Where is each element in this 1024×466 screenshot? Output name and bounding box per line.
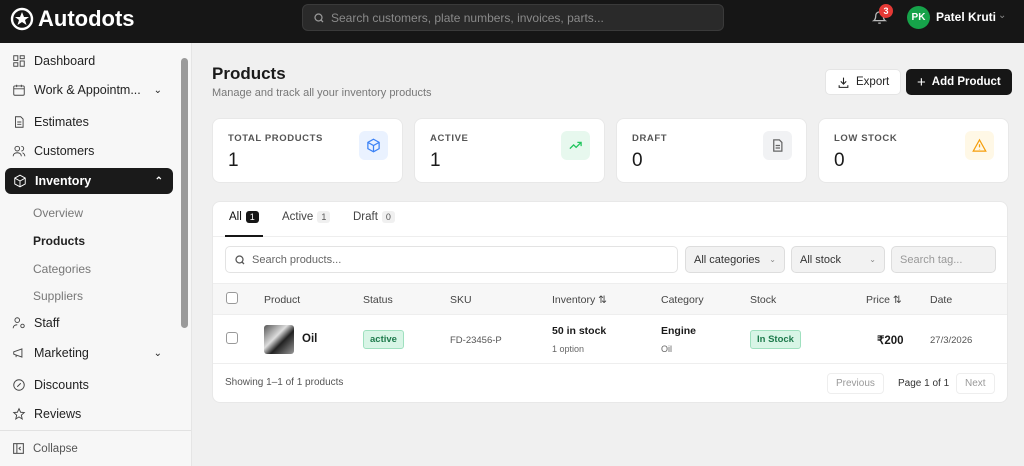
col-product: Product [264,294,301,306]
chevron-down-icon[interactable]: ⌄ [998,10,1006,21]
sidebar-item-dashboard[interactable]: Dashboard [12,54,172,68]
sidebar: Dashboard Work & Appointm... ⌄ Estimates … [0,43,192,466]
page-indicator: Page 1 of 1 [898,378,950,389]
stat-card-draft: DRAFT 0 [616,118,807,183]
dashboard-icon [13,55,25,67]
category: Engine [661,325,697,337]
sidebar-sub-suppliers[interactable]: Suppliers [33,289,83,303]
date: 27/3/2026 [930,335,973,346]
status-badge: active [363,330,404,349]
collapse-icon [13,443,24,454]
products-table-card: All 1 Active 1 Draft 0 Search products... A… [212,201,1008,403]
tab-all[interactable]: All 1 [229,211,259,223]
tab-active[interactable]: Active 1 [282,211,331,223]
add-product-button[interactable]: + Add Product [906,69,1012,95]
table-row[interactable]: Oil active FD-23456-P 50 in stock 1 opti… [213,315,1007,364]
logo[interactable]: Autodots [10,6,135,32]
col-category: Category [661,294,704,306]
plus-icon: + [917,73,926,91]
star-icon [12,407,26,420]
previous-button[interactable]: Previous [827,373,884,394]
col-stock: Stock [750,294,777,306]
row-checkbox[interactable] [226,332,238,344]
sidebar-sub-products[interactable]: Products [33,234,85,248]
sidebar-item-customers[interactable]: Customers [12,144,172,158]
stat-card-low-stock: LOW STOCK 0 [818,118,1009,183]
stat-card-active: ACTIVE 1 [414,118,605,183]
page-title: Products [212,64,286,83]
sku: FD-23456-P [450,335,502,346]
chevron-down-icon: ⌄ [769,255,776,264]
sidebar-item-work-appointments[interactable]: Work & Appointm... ⌄ [12,83,172,97]
sidebar-item-inventory[interactable]: Inventory ⌃ [5,168,173,194]
notification-badge: 3 [879,4,893,18]
next-button[interactable]: Next [956,373,995,394]
sidebar-sub-overview[interactable]: Overview [33,206,83,220]
subcategory: Oil [661,344,672,354]
sidebar-item-discounts[interactable]: Discounts [12,378,172,392]
sidebar-item-reviews[interactable]: Reviews [12,407,172,421]
collapse-button[interactable]: Collapse [0,430,191,466]
tab-draft[interactable]: Draft 0 [353,211,395,223]
stat-card-total: TOTAL PRODUCTS 1 [212,118,403,183]
tag-search-input[interactable]: Search tag... [891,246,996,273]
sidebar-sub-categories[interactable]: Categories [33,262,91,276]
chevron-up-icon: ⌃ [154,175,163,187]
warning-icon [965,131,994,160]
col-inventory[interactable]: Inventory ⇅ [552,294,607,306]
box-icon [14,174,26,188]
users-icon [12,145,26,157]
chevron-down-icon: ⌄ [153,84,162,96]
megaphone-icon [13,348,23,358]
inventory: 50 in stock [552,325,607,337]
document-icon [763,131,792,160]
sidebar-item-marketing[interactable]: Marketing ⌄ [12,346,172,360]
export-button[interactable]: Export [825,69,902,95]
pagination-summary: Showing 1–1 of 1 products [225,377,344,388]
category-select[interactable]: All categories ⌄ [685,246,785,273]
select-all-checkbox[interactable] [226,292,238,304]
inventory-options: 1 option [552,344,585,354]
download-icon [838,77,849,88]
staff-icon [12,317,25,329]
tabs: All 1 Active 1 Draft 0 [213,202,1007,237]
trending-up-icon [561,131,590,160]
global-search-input[interactable]: Search customers, plate numbers, invoice… [302,4,724,31]
col-price[interactable]: Price ⇅ [866,294,902,306]
product-search-input[interactable]: Search products... [225,246,678,273]
stock-select[interactable]: All stock ⌄ [791,246,885,273]
chevron-down-icon: ⌄ [153,347,162,359]
col-sku: SKU [450,294,472,306]
sidebar-item-estimates[interactable]: Estimates [12,115,172,129]
col-date: Date [930,294,953,306]
active-tab-indicator [225,235,263,237]
sidebar-item-staff[interactable]: Staff [12,316,172,330]
logo-icon [10,7,34,31]
col-status: Status [363,294,393,306]
avatar[interactable]: PK [907,6,930,29]
stock-badge: In Stock [750,330,801,349]
user-name[interactable]: Patel Kruti [936,10,996,24]
discount-icon [13,379,25,391]
product-name[interactable]: Oil [302,333,317,345]
search-icon [235,254,245,264]
page-subtitle: Manage and track all your inventory prod… [212,87,432,99]
search-icon [314,12,324,22]
price: ₹200 [877,335,904,347]
document-icon [15,116,24,128]
sidebar-scrollbar[interactable] [181,58,188,328]
table-header: Product Status SKU Inventory ⇅ Category … [213,283,1007,315]
chevron-down-icon: ⌄ [869,255,876,264]
product-thumbnail [264,325,294,354]
box-icon [359,131,388,160]
calendar-icon [13,84,25,96]
